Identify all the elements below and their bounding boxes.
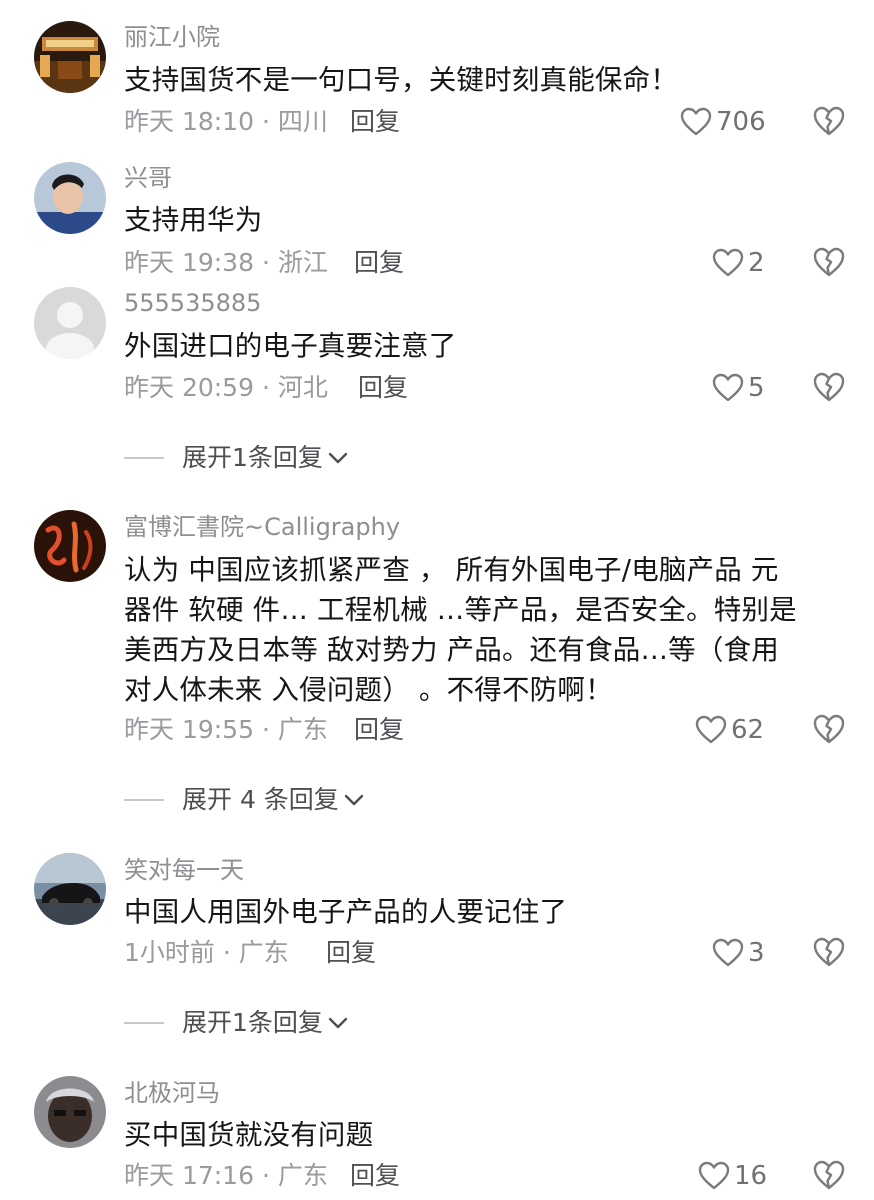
like-button[interactable]: 3 <box>712 936 765 970</box>
like-button[interactable]: 5 <box>712 371 765 405</box>
comment-text: 买中国货就没有问题 <box>124 1115 844 1155</box>
chevron-down-icon <box>328 452 348 464</box>
comment-text: 中国人用国外电子产品的人要记住了 <box>124 892 844 932</box>
reply-button[interactable]: 回复 <box>350 106 400 138</box>
comment-text: 外国进口的电子真要注意了 <box>124 326 844 366</box>
like-count: 706 <box>716 107 766 137</box>
broken-heart-icon <box>813 247 845 277</box>
avatar[interactable] <box>34 287 106 359</box>
like-count: 62 <box>731 715 765 745</box>
dislike-button[interactable] <box>812 1159 846 1193</box>
broken-heart-icon <box>813 714 845 744</box>
like-count: 5 <box>748 373 765 403</box>
divider <box>124 457 164 459</box>
like-button[interactable]: 706 <box>680 105 766 139</box>
reply-button[interactable]: 回复 <box>354 714 404 746</box>
divider <box>124 799 164 801</box>
comment-text: 支持国货不是一句口号，关键时刻真能保命！ <box>124 60 844 100</box>
heart-outline-icon <box>695 715 727 744</box>
expand-replies-button[interactable]: 展开 4 条回复 <box>124 784 365 816</box>
expand-replies-label: 展开 4 条回复 <box>182 785 339 814</box>
dislike-button[interactable] <box>812 105 846 139</box>
expand-replies-button[interactable]: 展开1条回复 <box>124 1007 349 1039</box>
dislike-button[interactable] <box>812 246 846 280</box>
username[interactable]: 丽江小院 <box>124 22 220 52</box>
heart-outline-icon <box>680 107 712 136</box>
comment-text-line: 买中国货就没有问题 <box>124 1119 374 1151</box>
expand-replies-button[interactable]: 展开1条回复 <box>124 442 349 474</box>
avatar[interactable] <box>34 162 106 234</box>
reply-button[interactable]: 回复 <box>354 247 404 279</box>
heart-outline-icon <box>712 373 744 402</box>
comment-text-line: 外国进口的电子真要注意了 <box>124 330 457 362</box>
comment-meta: 昨天 19:55 · 广东 <box>124 715 328 744</box>
like-button[interactable]: 62 <box>695 713 764 747</box>
comment-text-line: 认为 中国应该抓紧严查 ， 所有外国电子/电脑产品 元 <box>124 554 779 586</box>
comment-meta: 昨天 20:59 · 河北 <box>124 373 328 402</box>
like-count: 3 <box>748 938 765 968</box>
comment-text-line: 器件 软硬 件… 工程机械 …等产品，是否安全。特别是 <box>124 594 797 626</box>
comment-meta: 昨天 19:38 · 浙江 <box>124 248 328 277</box>
avatar[interactable] <box>34 853 106 925</box>
username[interactable]: 555535885 <box>124 288 261 318</box>
heart-outline-icon <box>698 1161 730 1190</box>
dislike-button[interactable] <box>812 713 846 747</box>
chevron-down-icon <box>328 1017 348 1029</box>
chevron-down-icon <box>344 794 364 806</box>
expand-replies-label: 展开1条回复 <box>182 1008 323 1037</box>
broken-heart-icon <box>813 106 845 136</box>
avatar[interactable] <box>34 510 106 582</box>
avatar[interactable] <box>34 21 106 93</box>
like-button[interactable]: 16 <box>698 1159 767 1193</box>
comment-meta: 昨天 18:10 · 四川 <box>124 107 328 136</box>
dislike-button[interactable] <box>812 371 846 405</box>
comment-text-line: 支持国货不是一句口号，关键时刻真能保命！ <box>124 64 678 96</box>
comment-text: 支持用华为 <box>124 200 844 240</box>
reply-button[interactable]: 回复 <box>350 1160 400 1192</box>
comment-text-line: 对人体未来 入侵问题） 。不得不防啊！ <box>124 674 613 706</box>
broken-heart-icon <box>813 372 845 402</box>
like-button[interactable]: 2 <box>712 246 765 280</box>
comment-text-line: 支持用华为 <box>124 204 263 236</box>
comment-meta: 昨天 17:16 · 广东 <box>124 1161 328 1190</box>
broken-heart-icon <box>813 937 845 967</box>
reply-button[interactable]: 回复 <box>358 372 408 404</box>
avatar[interactable] <box>34 1076 106 1148</box>
expand-replies-label: 展开1条回复 <box>182 443 323 472</box>
username[interactable]: 富博汇書院~Calligraphy <box>124 512 400 542</box>
comment-meta: 1小时前 · 广东 <box>124 938 289 967</box>
like-count: 2 <box>748 248 765 278</box>
username[interactable]: 笑对每一天 <box>124 855 244 885</box>
reply-button[interactable]: 回复 <box>326 937 376 969</box>
heart-outline-icon <box>712 938 744 967</box>
broken-heart-icon <box>813 1160 845 1190</box>
like-count: 16 <box>734 1161 768 1191</box>
username[interactable]: 兴哥 <box>124 163 172 193</box>
username[interactable]: 北极河马 <box>124 1078 220 1108</box>
comment-text-line: 美西方及日本等 敌对势力 产品。还有食品…等（食用 <box>124 634 779 666</box>
heart-outline-icon <box>712 248 744 277</box>
comment-text-line: 中国人用国外电子产品的人要记住了 <box>124 896 568 928</box>
divider <box>124 1022 164 1024</box>
dislike-button[interactable] <box>812 936 846 970</box>
comment-text: 认为 中国应该抓紧严查 ， 所有外国电子/电脑产品 元 器件 软硬 件… 工程机… <box>124 550 844 710</box>
